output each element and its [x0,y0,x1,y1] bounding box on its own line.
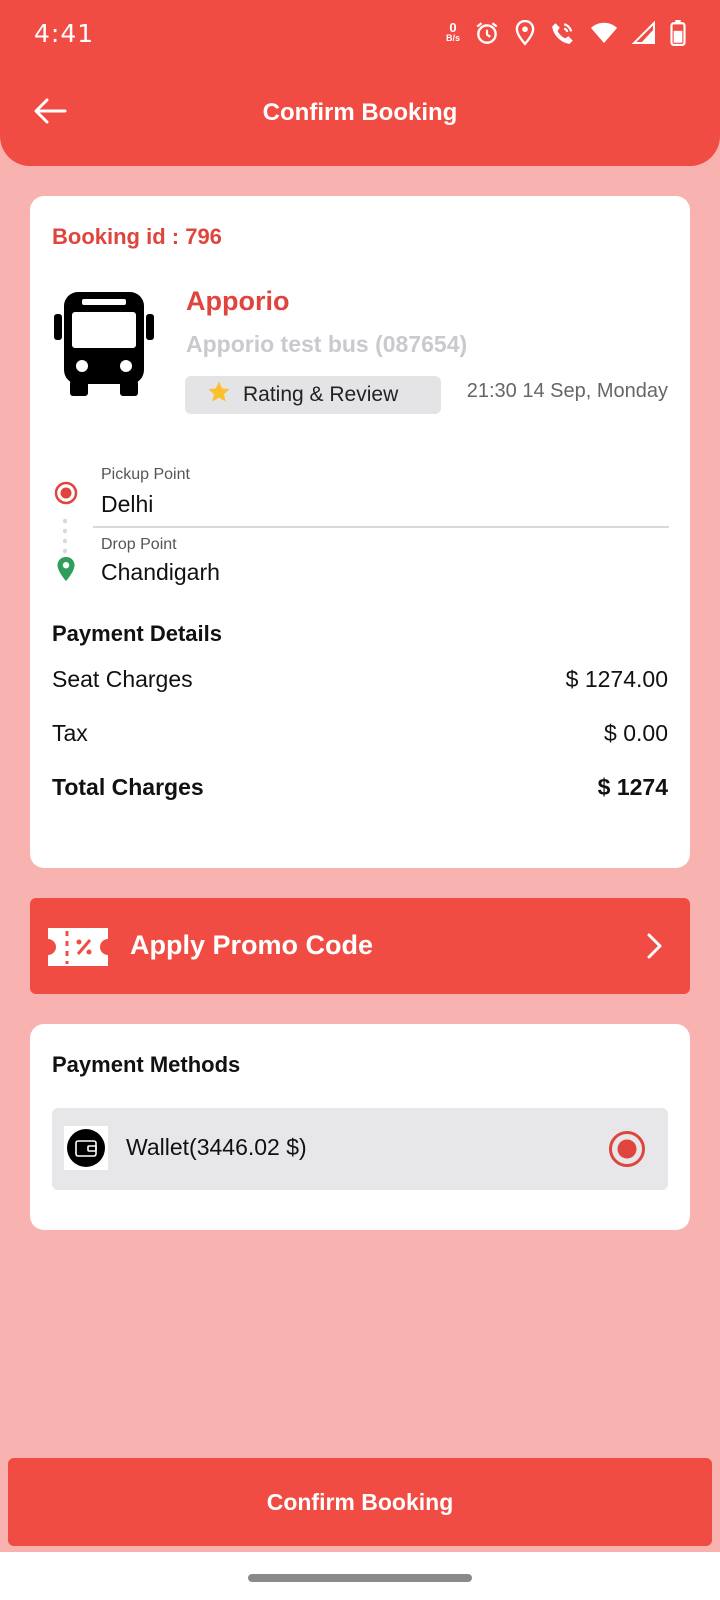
seat-charges-value: $ 1274.00 [565,666,668,692]
rating-review-button[interactable]: Rating & Review [185,376,441,414]
tax-value: $ 0.00 [604,720,668,746]
total-charges-row: Total Charges $ 1274 [52,774,668,801]
battery-icon [670,20,686,46]
wallet-radio-button[interactable] [608,1130,646,1173]
status-time: 4:41 [34,18,95,48]
pickup-marker-icon [54,481,78,510]
pickup-value: Delhi [101,491,154,517]
wallet-label: Wallet(3446.02 $) [126,1134,307,1160]
drop-pin-icon [56,556,76,587]
app-bar: 4:41 0 B/s Confirm Booking [0,0,720,166]
confirm-booking-button[interactable]: Confirm Booking [8,1458,712,1546]
payment-details-title: Payment Details [52,621,222,646]
seat-charges-label: Seat Charges [52,666,193,692]
seat-charges-row: Seat Charges $ 1274.00 [52,666,668,693]
rating-review-label: Rating & Review [243,383,399,406]
chevron-right-icon [646,932,664,965]
booking-id: Booking id : 796 [52,224,222,249]
wifi-icon [590,21,618,45]
back-button[interactable] [32,96,68,130]
payment-methods-title: Payment Methods [52,1052,241,1077]
bus-name: Apporio test bus (087654) [186,331,468,357]
coupon-icon [48,928,108,971]
status-bar: 4:41 0 B/s [0,0,720,66]
operator-name: Apporio [186,286,290,316]
status-icons: 0 B/s [446,20,686,46]
net-speed-value: 0 [449,20,457,35]
drop-label: Drop Point [101,536,177,553]
alarm-icon [474,20,500,46]
tax-label: Tax [52,720,88,746]
apply-promo-code-label: Apply Promo Code [130,930,374,960]
departure-datetime: 21:30 14 Sep, Monday [466,380,668,402]
total-charges-label: Total Charges [52,774,204,800]
page-title: Confirm Booking [262,99,458,126]
arrow-left-icon [33,98,67,129]
route-connector [63,516,67,556]
home-indicator[interactable] [248,1574,472,1582]
system-nav-bar [0,1552,720,1600]
pickup-label: Pickup Point [101,466,190,483]
apply-promo-code-button[interactable]: Apply Promo Code [30,898,690,994]
wifi-call-icon [550,20,576,46]
star-icon [207,380,231,410]
net-speed-indicator: 0 B/s [445,20,460,44]
drop-value: Chandigarh [101,559,220,585]
route-divider [93,526,669,528]
booking-card: Booking id : 796 Apporio Apporio test bu… [30,196,690,868]
signal-icon [632,21,656,45]
location-icon [514,20,536,46]
payment-methods-card: Payment Methods Wallet(3446.02 $) [30,1024,690,1230]
bus-icon [54,292,154,401]
tax-row: Tax $ 0.00 [52,720,668,747]
toolbar: Confirm Booking [0,76,720,150]
wallet-icon [64,1126,108,1170]
wallet-payment-option[interactable]: Wallet(3446.02 $) [52,1108,668,1190]
total-charges-value: $ 1274 [597,774,668,800]
net-speed-unit: B/s [445,33,460,43]
